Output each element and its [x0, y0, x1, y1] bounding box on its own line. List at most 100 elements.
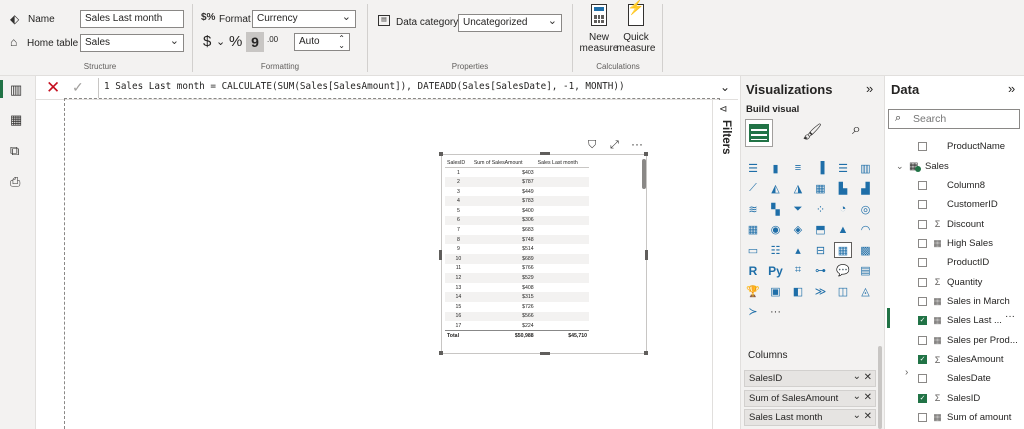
focus-mode-icon[interactable]: ⤢ [610, 139, 619, 152]
table-icon[interactable]: ▦ [834, 242, 852, 258]
field-checkbox[interactable]: ✓ [918, 393, 927, 403]
key-influencers-icon[interactable]: ⌗ [789, 263, 807, 279]
slicer-icon[interactable]: ⊟ [812, 242, 830, 258]
table-row[interactable]: 7 $683 [445, 225, 589, 235]
100-stacked-bar-chart-icon[interactable]: ☰ [834, 160, 852, 176]
table-row[interactable]: 15 $726 [445, 302, 589, 312]
table-row[interactable]: 6 $306 [445, 215, 589, 226]
resize-handle[interactable] [540, 352, 550, 355]
more-visuals-icon[interactable]: ≻ [744, 304, 762, 320]
filters-label[interactable]: Filters [718, 120, 732, 180]
data-field-item[interactable]: Σ Quantity [884, 272, 1024, 291]
waterfall-chart-icon[interactable]: ▚ [767, 201, 785, 217]
resize-handle[interactable] [644, 351, 648, 355]
line-column-chart-icon[interactable]: ▙ [834, 181, 852, 197]
currency-button[interactable]: $ [203, 33, 211, 50]
more-options-icon[interactable]: ··· [1005, 311, 1015, 322]
search-input[interactable] [913, 112, 1013, 126]
analytics-icon[interactable]: ⌕ [852, 121, 861, 139]
vertical-scrollbar[interactable] [642, 159, 646, 189]
field-checkbox[interactable] [918, 277, 927, 287]
data-field-item[interactable]: ▦ Sales in March [884, 292, 1024, 311]
column-header[interactable]: SalesID [445, 158, 472, 169]
more-options-icon[interactable]: ··· [631, 137, 643, 151]
quick-measure-button[interactable]: ⚡ Quick measure [616, 0, 656, 60]
scatter-chart-icon[interactable]: ⁘ [812, 201, 830, 217]
dax-query-view-icon[interactable]: ⎙ [10, 174, 20, 190]
data-field-item[interactable]: Σ Discount [884, 214, 1024, 233]
field-checkbox[interactable] [918, 296, 927, 306]
clustered-column-chart-icon[interactable]: ▐ [812, 160, 830, 176]
stacked-column-chart-icon[interactable]: ▮ [767, 160, 785, 176]
power-automate-icon[interactable]: ≫ [812, 283, 830, 299]
commit-formula-icon[interactable]: ✓ [72, 79, 84, 96]
table-row[interactable]: 10 $689 [445, 253, 589, 264]
model-view-icon[interactable]: ⧉ [10, 143, 19, 159]
field-checkbox[interactable] [918, 200, 927, 210]
stacked-area-chart-icon[interactable]: ◮ [789, 181, 807, 197]
column-field[interactable]: SalesID ⌄ ✕ [744, 370, 876, 387]
filled-map-icon[interactable]: ◈ [789, 222, 807, 238]
r-visual-icon[interactable]: R [744, 263, 762, 279]
filter-icon[interactable]: ⛉ [588, 139, 596, 152]
narrative-icon[interactable]: ◬ [857, 283, 875, 299]
clustered-bar-chart-icon[interactable]: ≡ [789, 160, 807, 176]
table-visual[interactable]: SalesID Sum of SalesAmount Sales Last mo… [441, 154, 647, 354]
matrix-icon[interactable]: ▩ [857, 242, 875, 258]
ribbon-chart-icon[interactable]: ≋ [744, 201, 762, 217]
python-visual-icon[interactable]: Py [767, 263, 785, 279]
gauge-icon[interactable]: ◠ [857, 222, 875, 238]
remove-field-icon[interactable]: ✕ [864, 411, 872, 422]
remove-field-icon[interactable]: ✕ [864, 372, 872, 383]
qa-visual-icon[interactable]: 💬 [834, 263, 852, 279]
table-view-icon[interactable]: ▦ [10, 112, 22, 128]
line-clustered-column-chart-icon[interactable]: ▟ [857, 181, 875, 197]
chevron-down-icon[interactable]: ⌄ [720, 80, 730, 94]
table-row[interactable]: 2 $787 [445, 177, 589, 187]
table-row[interactable]: 8 $748 [445, 234, 589, 245]
decimal-places-input[interactable]: Auto ⌃ ⌄ [294, 33, 350, 51]
pie-chart-icon[interactable]: ◔ [834, 201, 852, 217]
resize-handle[interactable] [439, 152, 443, 156]
field-checkbox[interactable] [918, 413, 927, 423]
field-checkbox[interactable] [918, 258, 927, 268]
field-checkbox[interactable] [918, 219, 927, 229]
name-input[interactable]: Sales Last month [80, 10, 184, 28]
chevron-down-icon[interactable]: ⌄ [853, 410, 861, 421]
data-field-item[interactable]: ✓ Σ SalesID [884, 389, 1024, 408]
collapse-pane-icon[interactable]: » [866, 81, 873, 96]
chevron-down-icon[interactable]: ⌄ [896, 161, 907, 172]
line-chart-icon[interactable]: ⟋ [744, 181, 762, 197]
resize-handle[interactable] [540, 152, 550, 155]
map-icon[interactable]: ◉ [767, 222, 785, 238]
goals-icon[interactable]: 🏆 [744, 283, 762, 299]
100-stacked-column-chart-icon[interactable]: ▥ [857, 160, 875, 176]
build-visual-tab[interactable] [745, 119, 773, 147]
resize-handle[interactable] [439, 351, 443, 355]
stacked-bar-chart-icon[interactable]: ☰ [744, 160, 762, 176]
funnel-chart-icon[interactable]: ⏷ [789, 201, 807, 217]
column-field[interactable]: Sales Last month ⌄ ✕ [744, 409, 876, 426]
remove-field-icon[interactable]: ✕ [864, 392, 872, 403]
table-row[interactable]: 3 $449 [445, 187, 589, 197]
area-chart-icon[interactable]: ◭ [767, 181, 785, 197]
kpi-icon[interactable]: ▴ [789, 242, 807, 258]
vertical-scrollbar[interactable] [878, 346, 882, 429]
data-field-item[interactable]: ProductID [884, 253, 1024, 272]
table-row[interactable]: 11 $766 [445, 264, 589, 274]
smart-narrative-icon[interactable]: ▤ [857, 263, 875, 279]
field-checkbox[interactable] [918, 374, 927, 384]
chevron-down-icon[interactable]: ⌄ [853, 391, 861, 402]
field-checkbox[interactable] [918, 180, 927, 190]
chevron-right-icon[interactable]: › [905, 367, 908, 378]
field-checkbox[interactable]: ✓ [918, 316, 927, 326]
ellipsis-icon[interactable]: ··· [767, 304, 785, 320]
field-checkbox[interactable] [918, 142, 927, 152]
new-measure-button[interactable]: New measure [577, 4, 621, 60]
collapse-left-icon[interactable]: ⊲ [719, 104, 727, 115]
azure-map-icon[interactable]: ▲ [834, 222, 852, 238]
decomposition-tree-icon[interactable]: ⊶ [812, 263, 830, 279]
data-field-item[interactable]: ✓ ▦ Sales Last ... [884, 311, 1024, 330]
card-icon[interactable]: ▭ [744, 242, 762, 258]
data-field-item[interactable]: ProductName [884, 137, 1024, 156]
